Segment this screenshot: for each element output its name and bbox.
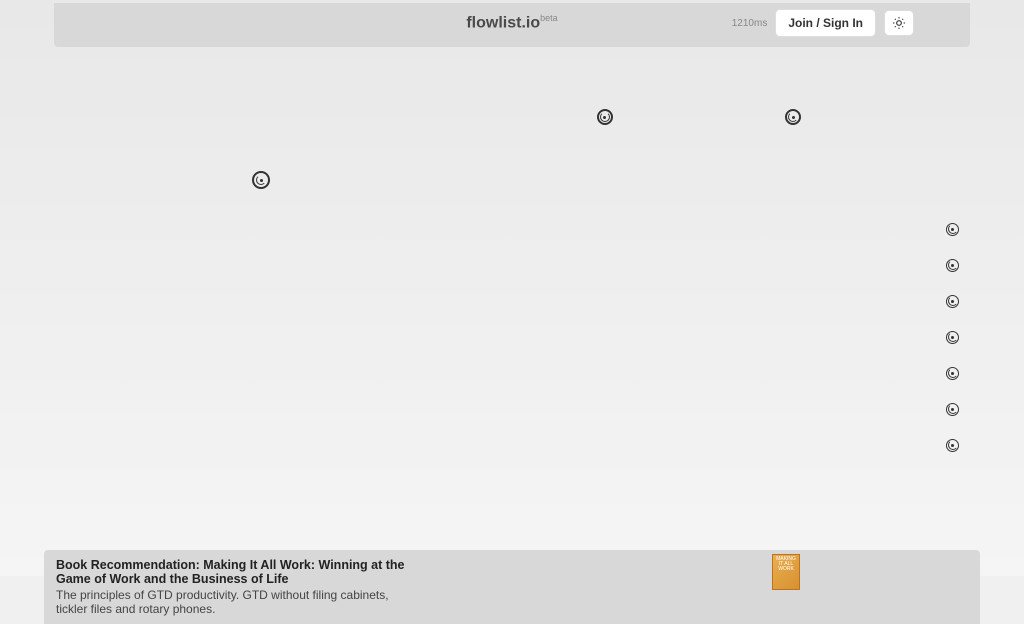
- book-description: The principles of GTD productivity. GTD …: [56, 588, 420, 616]
- book-title: Book Recommendation: Making It All Work:…: [56, 558, 420, 586]
- header-bar: flowlist.iobeta 1210ms Join / Sign In: [54, 3, 970, 47]
- book-recommendation[interactable]: Book Recommendation: Making It All Work:…: [44, 550, 980, 624]
- logo: flowlist.iobeta: [466, 13, 557, 32]
- target-icon: [597, 109, 613, 125]
- signin-button[interactable]: Join / Sign In: [775, 9, 876, 37]
- target-icon: [785, 109, 801, 125]
- theme-toggle-button[interactable]: [884, 10, 914, 36]
- latency-indicator: 1210ms: [732, 18, 768, 29]
- project-icon: [252, 171, 270, 189]
- logo-text: flowlist.io: [466, 15, 540, 32]
- logo-badge: beta: [540, 13, 558, 23]
- book-cover: MAKING IT ALL WORK: [772, 554, 800, 590]
- sun-icon: [892, 16, 906, 30]
